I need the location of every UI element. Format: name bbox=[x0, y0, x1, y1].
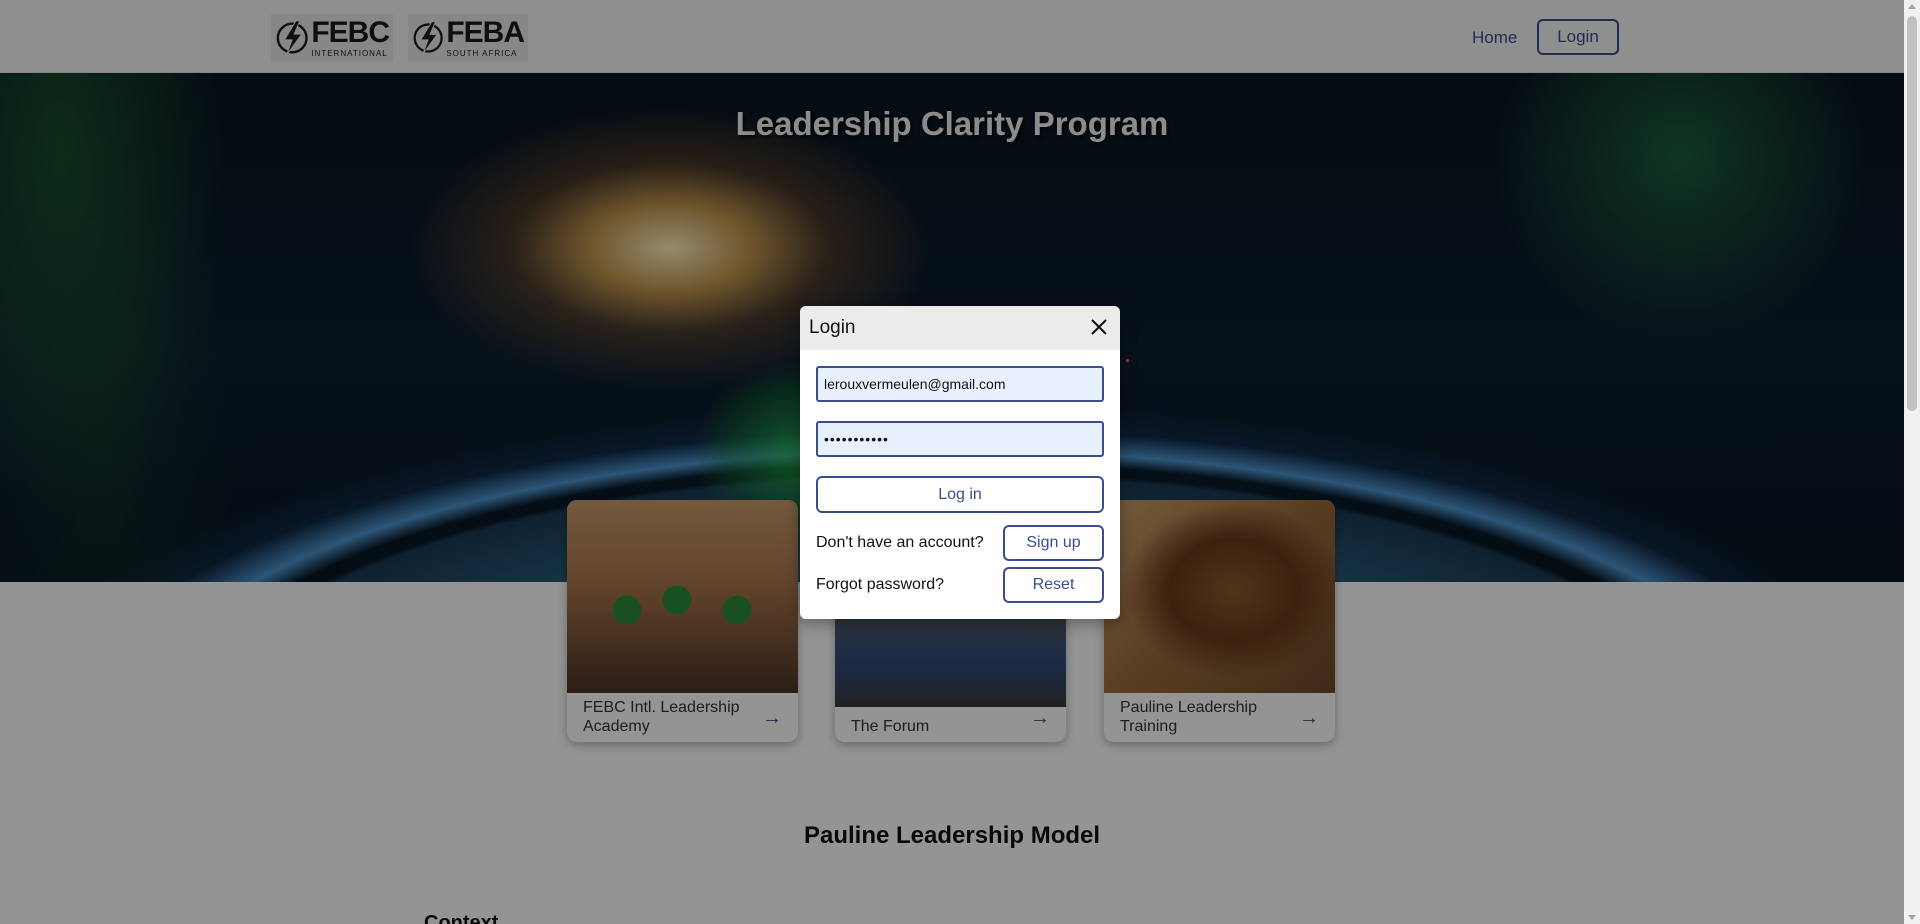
login-modal: Login Log in Don't have an account? Sign… bbox=[800, 306, 1120, 619]
scroll-down-arrow-icon[interactable] bbox=[1908, 915, 1916, 920]
page-scrollbar[interactable] bbox=[1904, 0, 1920, 924]
close-icon[interactable] bbox=[1088, 316, 1110, 338]
forgot-password-text: Forgot password? bbox=[816, 576, 945, 593]
no-account-text: Don't have an account? bbox=[816, 534, 984, 551]
email-field[interactable] bbox=[816, 366, 1104, 402]
scroll-up-arrow-icon[interactable] bbox=[1908, 4, 1916, 9]
scroll-thumb[interactable] bbox=[1907, 16, 1917, 411]
modal-header: Login bbox=[800, 306, 1120, 350]
sign-up-button[interactable]: Sign up bbox=[1003, 525, 1104, 561]
cursor-dot bbox=[1126, 359, 1129, 362]
reset-button[interactable]: Reset bbox=[1003, 567, 1104, 603]
modal-title: Login bbox=[809, 317, 856, 338]
log-in-button[interactable]: Log in bbox=[816, 476, 1104, 513]
password-field[interactable] bbox=[816, 421, 1104, 457]
